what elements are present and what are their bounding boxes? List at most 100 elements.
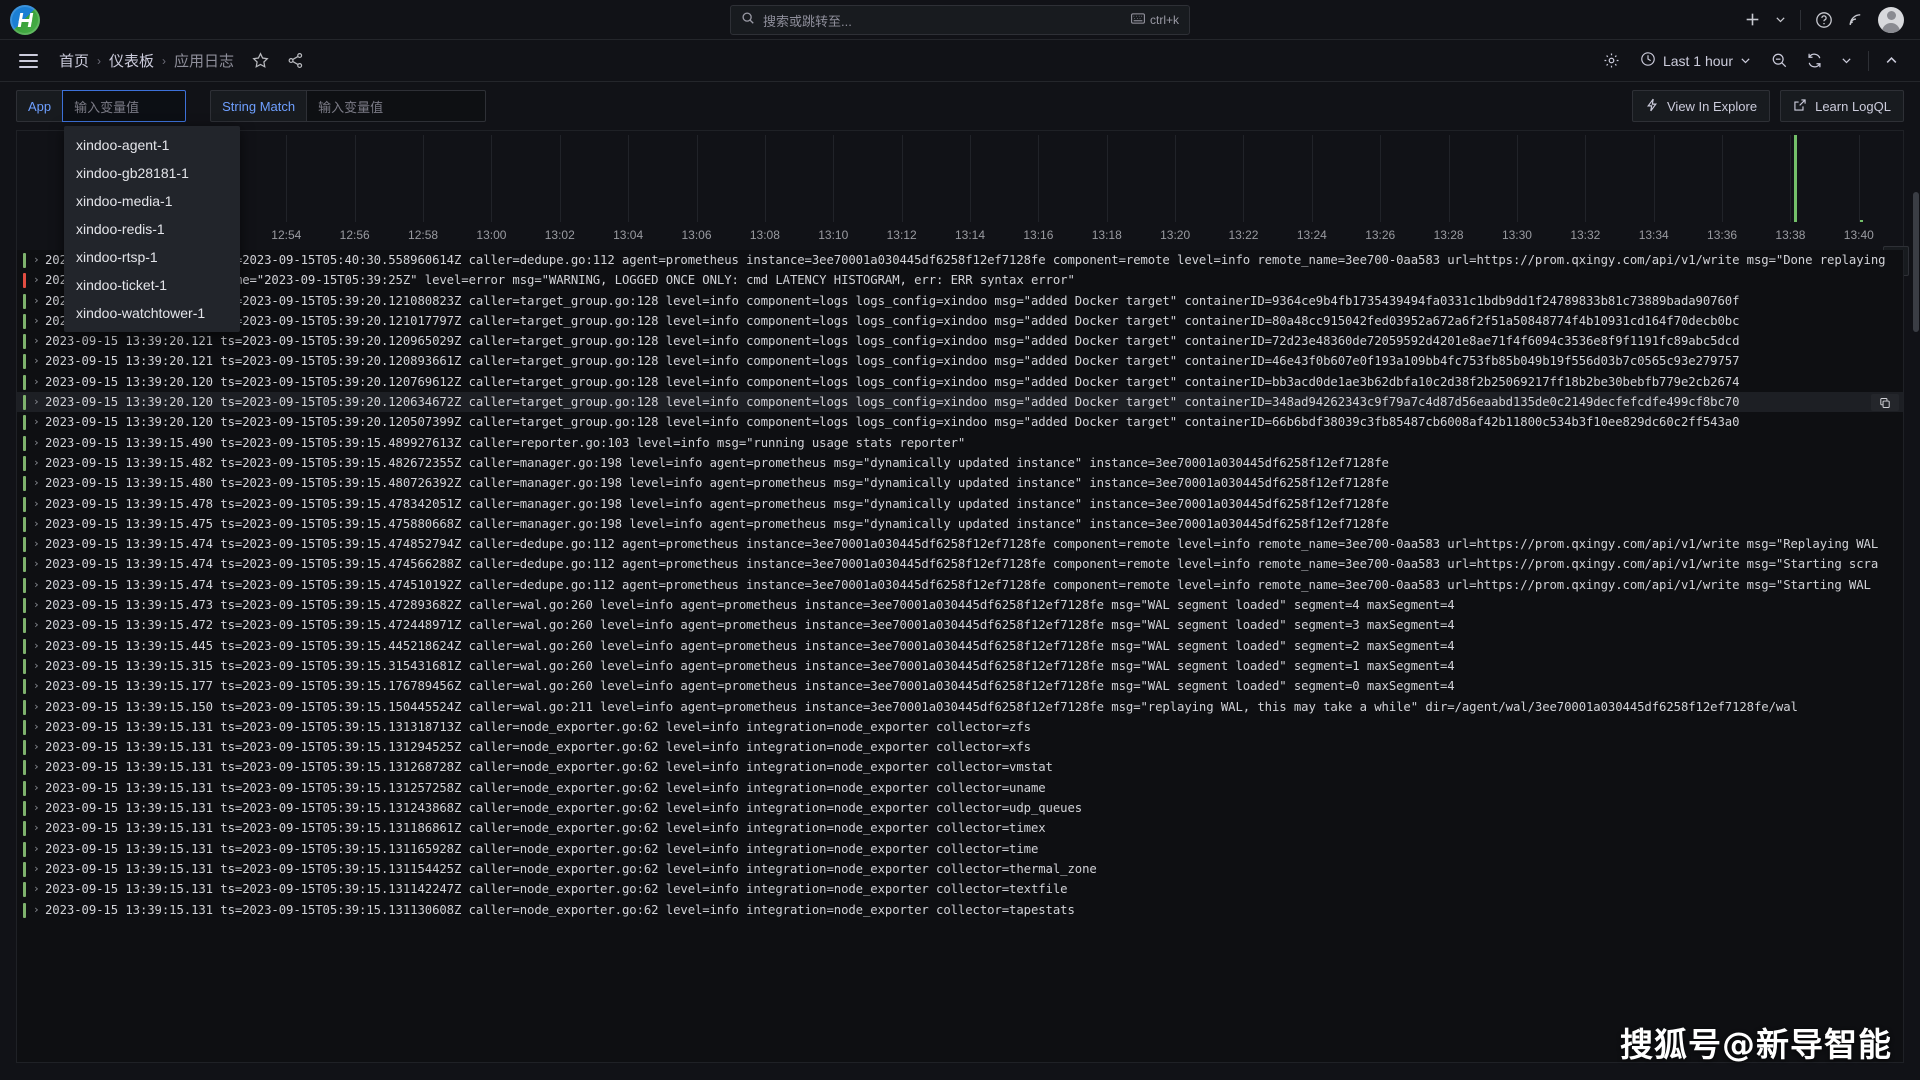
log-row[interactable]: › 2023-09-15 13:39:25.480 time="2023-09-1…	[17, 270, 1903, 290]
chevron-right-icon[interactable]: ›	[33, 801, 45, 814]
log-row[interactable]: › 2023-09-15 13:39:15.131 ts=2023-09-15T0…	[17, 717, 1903, 737]
chevron-right-icon[interactable]: ›	[33, 862, 45, 875]
log-row[interactable]: › 2023-09-15 13:39:20.121 ts=2023-09-15T0…	[17, 331, 1903, 351]
log-row[interactable]: › 2023-09-15 13:39:15.131 ts=2023-09-15T0…	[17, 757, 1903, 777]
learn-logql-button[interactable]: Learn LogQL	[1780, 90, 1904, 122]
refresh-interval-chevron-icon[interactable]	[1835, 50, 1858, 71]
dropdown-option[interactable]: xindoo-rtsp-1	[64, 243, 240, 271]
chevron-right-icon[interactable]: ›	[33, 354, 45, 367]
breadcrumb-item-dashboards[interactable]: 仪表板	[109, 50, 154, 71]
time-range-picker[interactable]: Last 1 hour	[1632, 46, 1759, 75]
chevron-right-icon[interactable]: ›	[33, 781, 45, 794]
log-row[interactable]: › 2023-09-15 13:39:15.131 ts=2023-09-15T0…	[17, 737, 1903, 757]
grafana-logo-icon[interactable]	[10, 4, 40, 35]
log-row[interactable]: › 2023-09-15 13:39:20.121 ts=2023-09-15T0…	[17, 291, 1903, 311]
chevron-right-icon[interactable]: ›	[33, 436, 45, 449]
log-row[interactable]: › 2023-09-15 13:39:15.474 ts=2023-09-15T0…	[17, 534, 1903, 554]
log-row[interactable]: › 2023-09-15 13:39:15.490 ts=2023-09-15T0…	[17, 433, 1903, 453]
bar[interactable]	[1860, 220, 1864, 222]
log-row[interactable]: › 2023-09-15 13:39:20.120 ts=2023-09-15T0…	[17, 372, 1903, 392]
log-row[interactable]: › 2023-09-15 13:39:15.474 ts=2023-09-15T0…	[17, 575, 1903, 595]
log-row[interactable]: › 2023-09-15 13:39:15.473 ts=2023-09-15T0…	[17, 595, 1903, 615]
log-row[interactable]: › 2023-09-15 13:39:15.315 ts=2023-09-15T0…	[17, 656, 1903, 676]
log-rows-container[interactable]: › 2023-09-15 13:39:30.558 ts=2023-09-15T0…	[16, 250, 1904, 1063]
log-row[interactable]: › 2023-09-15 13:39:15.177 ts=2023-09-15T0…	[17, 676, 1903, 696]
chevron-down-icon[interactable]	[1775, 14, 1786, 25]
chevron-up-icon[interactable]	[1879, 49, 1904, 72]
copy-icon[interactable]	[1871, 394, 1899, 412]
chevron-right-icon[interactable]: ›	[33, 720, 45, 733]
log-row[interactable]: › 2023-09-15 13:39:15.131 ts=2023-09-15T0…	[17, 778, 1903, 798]
breadcrumb-item-app-logs[interactable]: 应用日志	[174, 50, 234, 71]
chevron-right-icon[interactable]: ›	[33, 314, 45, 327]
chevron-right-icon[interactable]: ›	[33, 659, 45, 672]
breadcrumb-item-home[interactable]: 首页	[59, 50, 89, 71]
chevron-right-icon[interactable]: ›	[33, 415, 45, 428]
plus-icon[interactable]	[1744, 11, 1761, 28]
star-outline-icon[interactable]	[252, 52, 269, 69]
log-row[interactable]: › 2023-09-15 13:39:15.482 ts=2023-09-15T0…	[17, 453, 1903, 473]
log-row[interactable]: › 2023-09-15 13:39:15.131 ts=2023-09-15T0…	[17, 798, 1903, 818]
log-row[interactable]: › 2023-09-15 13:39:15.150 ts=2023-09-15T0…	[17, 697, 1903, 717]
chevron-right-icon[interactable]: ›	[33, 740, 45, 753]
chevron-right-icon[interactable]: ›	[33, 700, 45, 713]
chevron-right-icon[interactable]: ›	[33, 517, 45, 530]
avatar[interactable]	[1878, 6, 1904, 33]
log-row[interactable]: › 2023-09-15 13:39:15.474 ts=2023-09-15T0…	[17, 554, 1903, 574]
dropdown-option[interactable]: xindoo-agent-1	[64, 131, 240, 159]
log-row[interactable]: › 2023-09-15 13:39:15.445 ts=2023-09-15T0…	[17, 636, 1903, 656]
variable-app-dropdown[interactable]: xindoo-agent-1 xindoo-gb28181-1 xindoo-m…	[64, 126, 240, 332]
log-row[interactable]: › 2023-09-15 13:39:15.131 ts=2023-09-15T0…	[17, 879, 1903, 899]
chevron-right-icon[interactable]: ›	[33, 618, 45, 631]
chevron-right-icon[interactable]: ›	[33, 882, 45, 895]
dropdown-option[interactable]: xindoo-redis-1	[64, 215, 240, 243]
share-nodes-icon[interactable]	[287, 52, 304, 69]
chevron-right-icon[interactable]: ›	[33, 598, 45, 611]
rss-icon[interactable]	[1847, 11, 1864, 28]
chevron-right-icon[interactable]: ›	[33, 842, 45, 855]
log-row[interactable]: › 2023-09-15 13:39:15.480 ts=2023-09-15T0…	[17, 473, 1903, 493]
chevron-right-icon[interactable]: ›	[33, 334, 45, 347]
global-search-input[interactable]: 搜索或跳转至... ctrl+k	[730, 5, 1190, 35]
variable-app-input[interactable]: 输入变量值	[62, 90, 187, 122]
chevron-right-icon[interactable]: ›	[33, 821, 45, 834]
chevron-right-icon[interactable]: ›	[33, 537, 45, 550]
chevron-right-icon[interactable]: ›	[33, 903, 45, 916]
chevron-right-icon[interactable]: ›	[33, 760, 45, 773]
chevron-right-icon[interactable]: ›	[33, 476, 45, 489]
log-volume-graph-panel[interactable]: 12:4812:5012:5212:5412:5612:5813:0013:02…	[16, 130, 1909, 276]
log-row[interactable]: › 2023-09-15 13:39:15.475 ts=2023-09-15T0…	[17, 514, 1903, 534]
log-row[interactable]: › 2023-09-15 13:39:15.131 ts=2023-09-15T0…	[17, 839, 1903, 859]
log-row[interactable]: › 2023-09-15 13:39:15.131 ts=2023-09-15T0…	[17, 859, 1903, 879]
dropdown-option[interactable]: xindoo-gb28181-1	[64, 159, 240, 187]
gear-icon[interactable]	[1597, 47, 1626, 74]
chevron-right-icon[interactable]: ›	[33, 557, 45, 570]
log-row[interactable]: › 2023-09-15 13:39:20.121 ts=2023-09-15T0…	[17, 311, 1903, 331]
chevron-right-icon[interactable]: ›	[33, 294, 45, 307]
scrollbar-thumb[interactable]	[1913, 192, 1919, 332]
chevron-right-icon[interactable]: ›	[33, 497, 45, 510]
log-row[interactable]: › 2023-09-15 13:39:20.120 ts=2023-09-15T0…	[17, 412, 1903, 432]
log-row[interactable]: › 2023-09-15 13:39:15.472 ts=2023-09-15T0…	[17, 615, 1903, 635]
chevron-right-icon[interactable]: ›	[33, 578, 45, 591]
dropdown-option[interactable]: xindoo-media-1	[64, 187, 240, 215]
log-row[interactable]: › 2023-09-15 13:39:20.121 ts=2023-09-15T0…	[17, 351, 1903, 371]
log-row[interactable]: › 2023-09-15 13:39:15.478 ts=2023-09-15T0…	[17, 494, 1903, 514]
variable-string-match-input[interactable]: 输入变量值	[306, 90, 487, 122]
log-row[interactable]: › 2023-09-15 13:39:30.558 ts=2023-09-15T0…	[17, 250, 1903, 270]
zoom-out-icon[interactable]	[1765, 47, 1794, 74]
chevron-right-icon[interactable]: ›	[33, 456, 45, 469]
chevron-right-icon[interactable]: ›	[33, 375, 45, 388]
chevron-right-icon[interactable]: ›	[33, 639, 45, 652]
dropdown-option[interactable]: xindoo-watchtower-1	[64, 299, 240, 327]
log-row[interactable]: › 2023-09-15 13:39:20.120 ts=2023-09-15T0…	[17, 392, 1903, 413]
refresh-icon[interactable]	[1800, 47, 1829, 74]
dropdown-option[interactable]: xindoo-ticket-1	[64, 271, 240, 299]
hamburger-menu-icon[interactable]	[16, 51, 41, 71]
chevron-right-icon[interactable]: ›	[33, 395, 45, 408]
chevron-right-icon[interactable]: ›	[33, 273, 45, 286]
view-in-explore-button[interactable]: View In Explore	[1632, 90, 1771, 122]
log-row[interactable]: › 2023-09-15 13:39:15.131 ts=2023-09-15T0…	[17, 818, 1903, 838]
log-row[interactable]: › 2023-09-15 13:39:15.131 ts=2023-09-15T0…	[17, 900, 1903, 920]
graph-plot-area[interactable]	[47, 135, 1893, 222]
